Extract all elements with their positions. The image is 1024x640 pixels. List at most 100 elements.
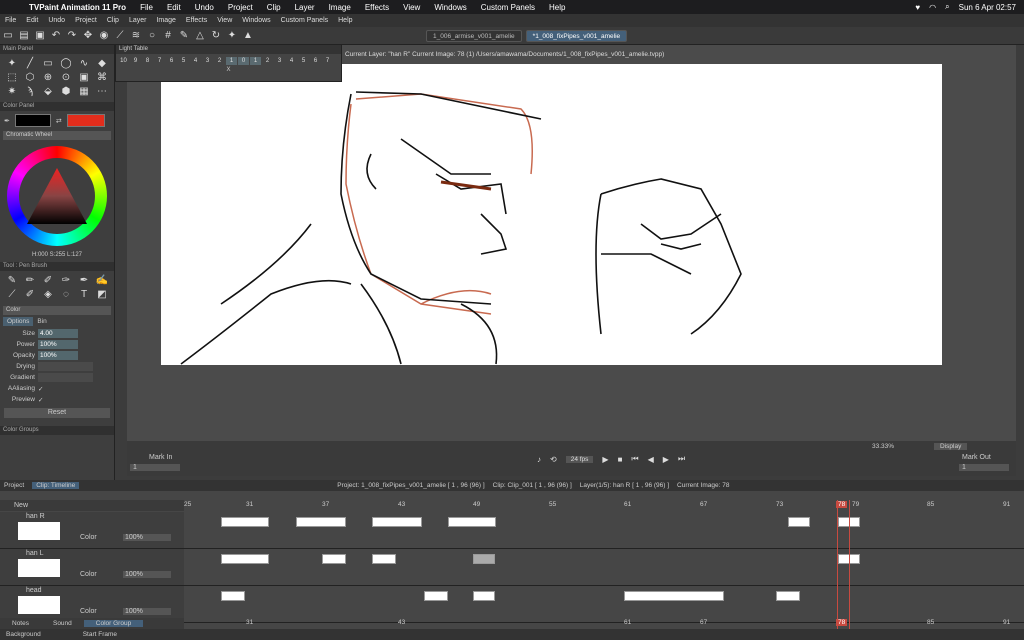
eyedropper-icon[interactable]: ✒ [4,117,10,125]
layer-han-l[interactable]: han L Color 100% [0,549,184,586]
appmenu-layer[interactable]: Layer [124,17,152,24]
loop-icon[interactable]: ⟲ [550,455,557,464]
fill-tool-icon[interactable]: ◆ [94,58,110,70]
warp-tool-icon[interactable]: ⌘ [94,72,110,84]
appmenu-project[interactable]: Project [70,17,102,24]
appmenu-custom-panels[interactable]: Custom Panels [276,17,333,24]
menu-custom-panels[interactable]: Custom Panels [474,3,542,12]
fill-icon[interactable]: ▲ [241,30,255,42]
play-icon[interactable]: ▶ [602,455,608,464]
lt-cell[interactable]: 2 [262,57,273,65]
grid-icon[interactable]: # [161,30,175,42]
layer-mode[interactable]: Color [80,534,97,541]
open-file-icon[interactable]: ▤ [17,30,31,42]
marker-icon[interactable]: ✒ [76,275,92,287]
lt-cell[interactable]: 3 [202,57,213,65]
heart-icon[interactable]: ♥ [915,3,920,12]
tab-options[interactable]: Options [3,317,34,326]
opacity-input[interactable]: 100% [38,351,78,360]
color-icon[interactable]: ◉ [97,30,111,42]
lt-cell[interactable]: 6 [310,57,321,65]
transform-tool-icon[interactable]: ⬚ [4,72,20,84]
color-wheel[interactable] [7,146,107,246]
power-input[interactable]: 100% [38,340,78,349]
image-cell[interactable] [221,554,269,564]
rotate-icon[interactable]: ↻ [209,30,223,42]
hand-icon[interactable]: ✥ [81,30,95,42]
search-icon[interactable]: ⌕ [945,2,949,12]
tab-project[interactable]: Project [0,482,24,489]
menu-help[interactable]: Help [542,3,572,12]
rect-tool-icon[interactable]: ▭ [40,58,56,70]
pencil-icon[interactable]: ✏ [22,275,38,287]
next-frame-icon[interactable]: ▶ [663,455,669,464]
image-cell[interactable] [624,591,724,601]
paint-icon[interactable]: ✑ [58,275,74,287]
layer-mode[interactable]: Color [80,608,97,615]
appmenu-clip[interactable]: Clip [102,17,124,24]
first-frame-icon[interactable]: ⏮ [631,454,638,464]
appmenu-windows[interactable]: Windows [237,17,275,24]
menu-project[interactable]: Project [221,3,260,12]
undo-icon[interactable]: ↶ [49,30,63,42]
lt-cell[interactable]: 7 [154,57,165,65]
image-cell[interactable] [296,517,346,527]
lt-cell[interactable]: 5 [298,57,309,65]
menu-effects[interactable]: Effects [358,3,396,12]
layers-icon[interactable]: ≋ [129,30,143,42]
lt-cell[interactable]: 1 [226,57,237,65]
color-triangle[interactable] [27,168,87,224]
airbrush-icon[interactable]: ✐ [40,275,56,287]
background-button[interactable]: Background [0,631,47,638]
magic-tool-icon[interactable]: ⬡ [22,72,38,84]
pen-brush-icon[interactable]: ✎ [4,275,20,287]
image-cell[interactable] [424,591,448,601]
menu-view[interactable]: View [396,3,427,12]
last-frame-icon[interactable]: ⏭ [678,454,685,464]
preview-check[interactable]: ✓ [38,396,43,404]
menu-undo[interactable]: Undo [188,3,221,12]
layer-opacity[interactable]: 100% [123,571,171,578]
knife-icon[interactable]: ⟋ [4,289,20,301]
drying-input[interactable] [38,362,93,371]
color-mode-select[interactable]: Chromatic Wheel [3,131,111,140]
mark-out-label[interactable]: Mark Out [962,454,991,461]
camera-tool-icon[interactable]: ▣ [76,72,92,84]
appmenu-edit[interactable]: Edit [21,17,43,24]
image-cell[interactable] [788,517,810,527]
pen-icon[interactable]: ✎ [177,30,191,42]
film-tool-icon[interactable]: ▦ [76,86,92,98]
brush-icon[interactable]: ⟋ [113,30,127,42]
lt-cell[interactable]: 3 [274,57,285,65]
image-cell[interactable] [221,517,269,527]
select-tool-icon[interactable]: ✦ [4,58,20,70]
line-tool-icon[interactable]: ╱ [22,58,38,70]
drawing-canvas[interactable] [161,64,942,365]
layer-opacity[interactable]: 100% [123,534,171,541]
circle-icon[interactable]: ○ [145,30,159,42]
color-group-tab[interactable]: Color Group [83,620,144,627]
eraser-icon[interactable]: ◩ [94,289,110,301]
datetime[interactable]: Sun 6 Apr 02:57 [959,3,1016,12]
bucket-tool-icon[interactable]: ⬙ [40,86,56,98]
lt-cell[interactable]: 4 [190,57,201,65]
app-name[interactable]: TVPaint Animation 11 Pro [22,3,133,12]
new-file-icon[interactable]: ▭ [1,30,15,42]
lt-cell[interactable]: 4 [286,57,297,65]
image-cell[interactable] [473,591,495,601]
image-cell[interactable] [776,591,800,601]
aaliasing-check[interactable]: ✓ [38,385,43,393]
secondary-color-swatch[interactable] [14,114,51,127]
layer-opacity[interactable]: 100% [123,608,171,615]
layer-track-han-r[interactable] [184,512,1024,549]
tab-fixpipes[interactable]: *1_008_fixPipes_v001_amelie [525,29,628,42]
stop-icon[interactable]: ■ [618,455,623,464]
image-cell[interactable] [448,517,496,527]
fps-select[interactable]: 24 fps [565,455,594,463]
tab-bin[interactable]: Bin [33,317,50,326]
sparkle-icon[interactable]: ✦ [225,30,239,42]
speaker-icon[interactable]: ♪ [537,455,541,464]
lt-cell[interactable]: 2 [214,57,225,65]
tab-armise[interactable]: 1_006_armise_v001_amelie [426,29,522,42]
start-frame-button[interactable]: Start Frame [77,631,123,638]
